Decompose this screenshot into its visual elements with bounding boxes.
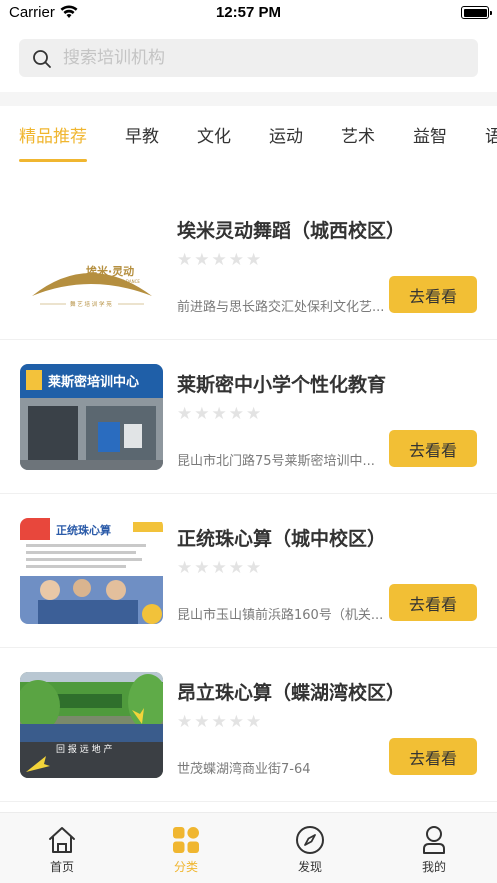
list-item[interactable]: ★ ★ ★ ★ ★ 埃米·灵动 JI MI LING DONG DANCE 舞 … (0, 186, 497, 340)
svg-text:埃米·灵动: 埃米·灵动 (86, 264, 134, 278)
institution-name: 昂立珠心算（蝶湖湾校区） (177, 682, 406, 704)
tab-culture[interactable]: 文化 (197, 122, 231, 147)
institution-address: 昆山市北门路75号莱斯密培训中... (177, 454, 375, 469)
active-tab-indicator (19, 159, 87, 162)
bottom-tab-bar: 首页 分类 发现 我的 (0, 812, 497, 883)
view-button[interactable]: 去看看 (389, 584, 477, 621)
svg-text:舞 艺 培 训 学 苑: 舞 艺 培 训 学 苑 (70, 300, 112, 308)
rating-stars: ★★★★★ (177, 250, 264, 270)
search-icon (33, 50, 51, 68)
svg-text:★: ★ (103, 251, 113, 264)
institution-thumbnail: ★ ★ ★ ★ ★ 埃米·灵动 JI MI LING DONG DANCE 舞 … (20, 210, 163, 316)
view-button[interactable]: 去看看 (389, 276, 477, 313)
tabbar-discover[interactable]: 发现 (248, 813, 372, 883)
profile-icon (423, 826, 445, 854)
category-tabs: 精品推荐 早教 文化 运动 艺术 益智 语 (0, 106, 497, 162)
battery-icon (461, 6, 492, 19)
institution-thumbnail: 正统珠心算 (20, 518, 163, 624)
clock: 12:57 PM (215, 4, 282, 21)
dance-logo-image: ★ ★ ★ ★ ★ 埃米·灵动 JI MI LING DONG DANCE 舞 … (32, 249, 152, 308)
tab-recommended[interactable]: 精品推荐 (19, 122, 87, 147)
svg-text:★: ★ (61, 257, 75, 276)
tab-early-education[interactable]: 早教 (125, 122, 159, 147)
view-button[interactable]: 去看看 (389, 738, 477, 775)
status-bar: Carrier 12:57 PM (0, 0, 497, 28)
abacus-class-poster: 正统珠心算 (20, 518, 163, 624)
section-divider (0, 92, 497, 106)
list-item[interactable]: 正统珠心算 正统珠心算（城中校区） ★★★★★ 昆山市玉山镇前浜路160号（机关… (0, 494, 497, 648)
view-button[interactable]: 去看看 (389, 430, 477, 467)
tabbar-label: 分类 (173, 860, 198, 874)
list-item[interactable]: 回 报 远 地 产 昂立珠心算（蝶湖湾校区） ★★★★★ 世茂蝶湖湾商业街7-6… (0, 648, 497, 802)
tab-art[interactable]: 艺术 (341, 122, 375, 147)
tabbar-label: 首页 (49, 860, 74, 874)
tab-puzzle[interactable]: 益智 (413, 122, 447, 147)
institution-name: 埃米灵动舞蹈（城西校区） (177, 220, 406, 242)
search-bar[interactable] (19, 39, 478, 77)
svg-text:JI MI LING DONG DANCE: JI MI LING DONG DANCE (91, 279, 140, 284)
rating-stars: ★★★★★ (177, 558, 264, 578)
storefront-photo: 莱斯密培训中心 (20, 364, 163, 470)
svg-text:莱斯密培训中心: 莱斯密培训中心 (48, 374, 139, 390)
tabbar-label: 发现 (297, 860, 322, 874)
institution-name: 莱斯密中小学个性化教育 (177, 374, 387, 396)
list-item[interactable]: 莱斯密培训中心 莱斯密中小学个性化教育 ★★★★★ 昆山市北门路75号莱斯密培训… (0, 340, 497, 494)
tab-sports[interactable]: 运动 (269, 122, 303, 147)
svg-text:回 报 远 地 产: 回 报 远 地 产 (56, 743, 112, 755)
institution-thumbnail: 莱斯密培训中心 (20, 364, 163, 470)
tab-language[interactable]: 语 (485, 122, 497, 147)
home-icon (49, 827, 75, 853)
svg-text:正统珠心算: 正统珠心算 (56, 523, 111, 537)
institution-address: 世茂蝶湖湾商业街7-64 (177, 762, 311, 777)
rating-stars: ★★★★★ (177, 712, 264, 732)
compass-icon (296, 826, 324, 854)
institution-address: 昆山市玉山镇前浜路160号（机关... (177, 608, 384, 623)
storefront-photo: 回 报 远 地 产 (20, 672, 163, 778)
search-input[interactable] (63, 39, 463, 77)
tabbar-category[interactable]: 分类 (124, 813, 248, 883)
institution-thumbnail: 回 报 远 地 产 (20, 672, 163, 778)
svg-text:★: ★ (90, 249, 101, 263)
tabbar-profile[interactable]: 我的 (372, 813, 496, 883)
rating-stars: ★★★★★ (177, 404, 264, 424)
institution-address: 前进路与思长路交汇处保利文化艺... (177, 300, 385, 315)
category-icon (173, 827, 199, 853)
tabbar-label: 我的 (421, 860, 446, 874)
tabbar-home[interactable]: 首页 (0, 813, 124, 883)
institution-name: 正统珠心算（城中校区） (177, 528, 387, 550)
